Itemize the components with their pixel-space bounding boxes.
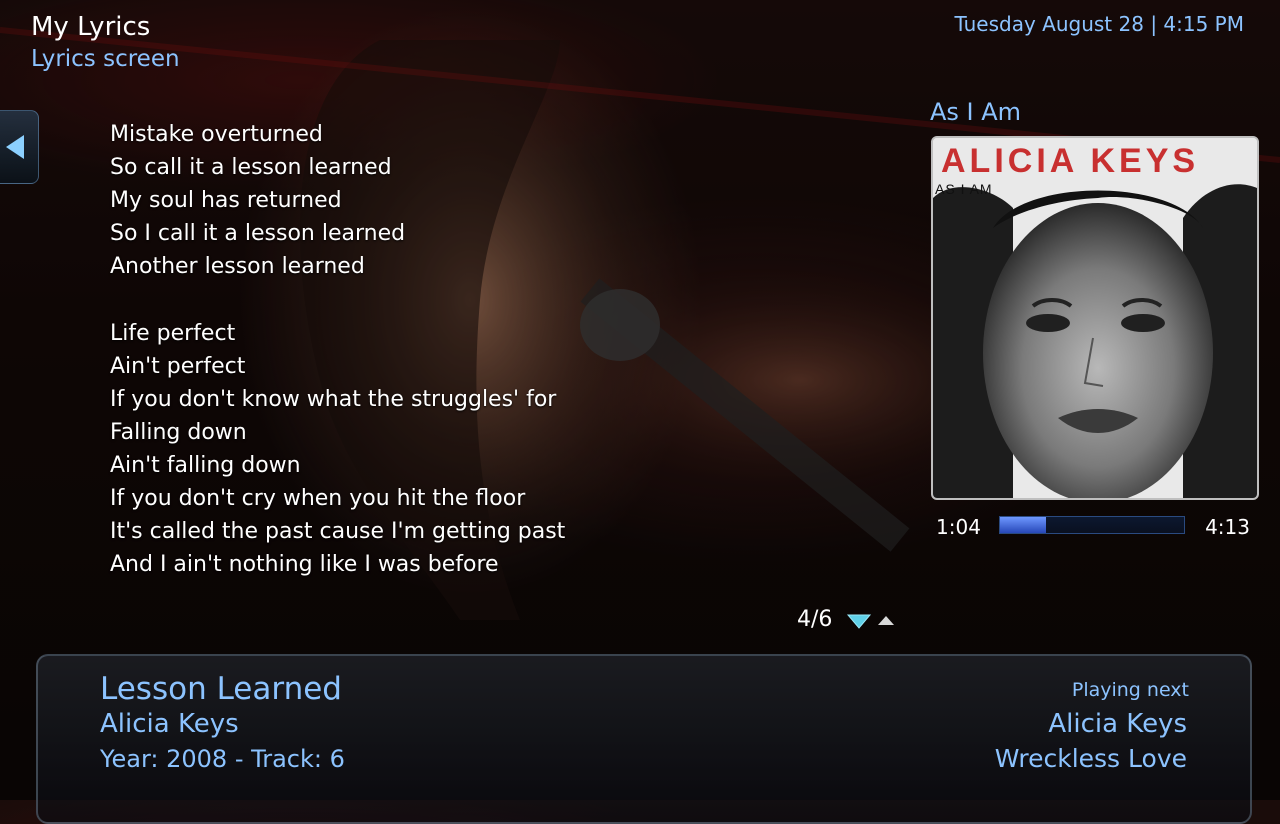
page-counter: 4/6	[797, 607, 833, 632]
lyric-line: If you don't know what the struggles' fo…	[110, 386, 557, 412]
lyric-line: Life perfect	[110, 320, 236, 346]
song-artist: Alicia Keys	[100, 709, 239, 739]
lyric-line: Ain't falling down	[110, 452, 301, 478]
total-time: 4:13	[1205, 515, 1250, 539]
next-song: Wreckless Love	[994, 744, 1187, 773]
app-title: My Lyrics	[31, 12, 151, 42]
song-title: Lesson Learned	[100, 671, 342, 707]
lyric-line: If you don't cry when you hit the floor	[110, 486, 526, 512]
album-cover: ALICIA KEYS AS I AM	[931, 136, 1259, 500]
triangle-up-icon[interactable]	[876, 613, 896, 627]
lyric-line: My soul has returned	[110, 188, 342, 214]
lyric-line: So call it a lesson learned	[110, 155, 392, 181]
triangle-down-icon[interactable]	[846, 612, 872, 630]
back-button[interactable]	[0, 110, 39, 184]
progress-fill	[1000, 517, 1046, 533]
album-name: As I Am	[930, 98, 1022, 126]
lyric-line: So I call it a lesson learned	[110, 221, 406, 247]
lyric-line: Mistake overturned	[110, 122, 323, 147]
screen-subtitle: Lyrics screen	[31, 46, 180, 72]
date-time: Tuesday August 28 | 4:15 PM	[954, 12, 1244, 36]
lyric-line: It's called the past cause I'm getting p…	[110, 519, 566, 545]
cover-album-text: AS I AM	[935, 181, 993, 197]
lyrics-text: Mistake overturned So call it a lesson l…	[110, 118, 565, 581]
next-artist: Alicia Keys	[1048, 709, 1187, 739]
left-arrow-icon	[6, 135, 24, 159]
cover-artist-text: ALICIA KEYS	[941, 142, 1199, 180]
lyric-line: Another lesson learned	[110, 254, 365, 280]
playing-next-label: Playing next	[1071, 679, 1189, 701]
elapsed-time: 1:04	[936, 515, 981, 539]
song-year-track: Year: 2008 - Track: 6	[100, 745, 345, 773]
lyric-line	[110, 283, 565, 316]
progress-bar[interactable]	[999, 516, 1185, 534]
lyric-line: Falling down	[110, 419, 247, 445]
lyric-line: And I ain't nothing like I was before	[110, 552, 499, 578]
lyric-line: Ain't perfect	[110, 353, 246, 379]
